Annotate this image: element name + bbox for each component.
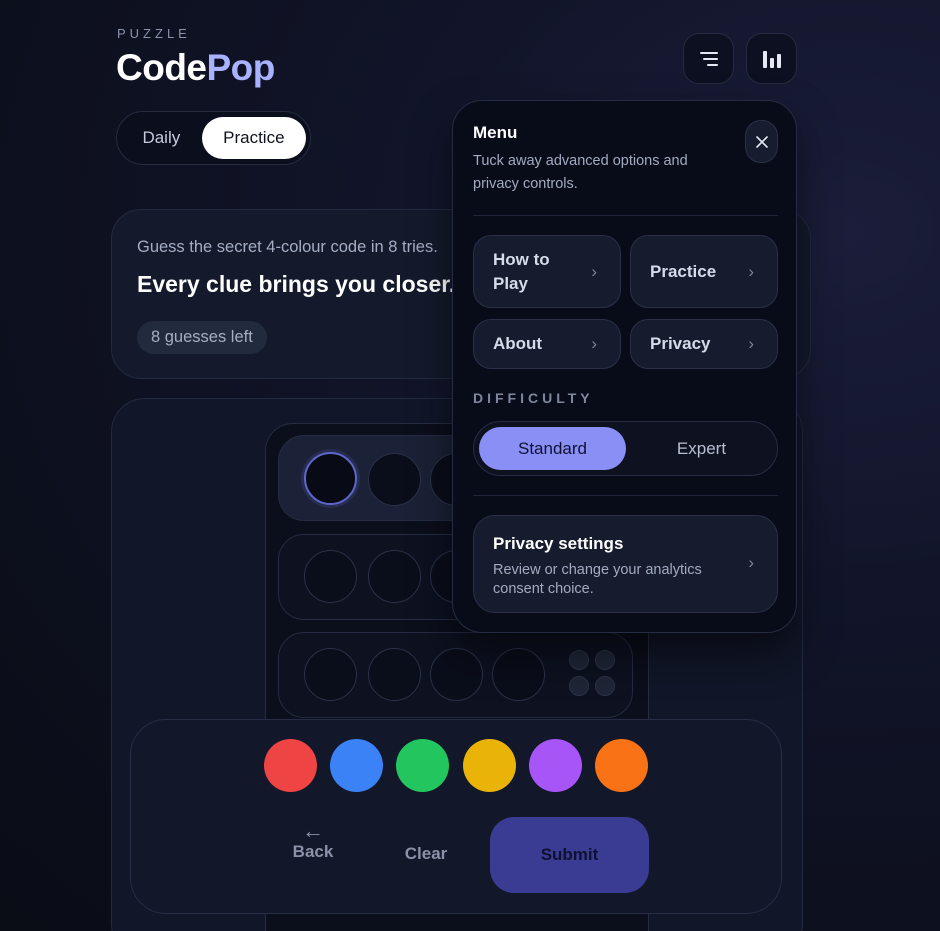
menu-lines-icon (699, 51, 718, 66)
privacy-settings-title: Privacy settings (493, 534, 624, 553)
chevron-right-icon: › (748, 261, 754, 281)
feedback-pin (569, 650, 589, 670)
chevron-right-icon: › (748, 334, 754, 353)
privacy-settings-description: Review or change your analytics consent … (493, 562, 702, 597)
back-label: Back (292, 842, 334, 861)
mode-toggle: Daily Practice (116, 111, 311, 165)
guess-slot[interactable] (368, 453, 421, 506)
guess-slot-selected[interactable] (304, 452, 357, 505)
divider (473, 215, 778, 216)
back-button[interactable]: ← Back (268, 820, 358, 890)
menu-item-label: About (493, 334, 543, 353)
menu-close-button[interactable] (745, 120, 778, 163)
intro-tagline: Every clue brings you closer. (137, 271, 456, 297)
menu-item-privacy[interactable]: Privacy › (630, 319, 778, 369)
color-swatch-red[interactable] (264, 739, 317, 792)
difficulty-label: DIFFICULTY (473, 390, 594, 406)
color-swatch-purple[interactable] (529, 739, 582, 792)
mode-daily-button[interactable]: Daily (121, 117, 202, 159)
feedback-pin (595, 650, 615, 670)
menu-button[interactable] (683, 33, 734, 84)
brand-part-pop: Pop (206, 47, 276, 88)
guess-slot (430, 648, 483, 701)
menu-description: Tuck away advanced options and privacy c… (473, 153, 688, 192)
difficulty-toggle: Standard Expert (473, 421, 778, 476)
difficulty-standard-button[interactable]: Standard (479, 427, 626, 470)
chevron-right-icon: › (591, 334, 597, 353)
feedback-pin (595, 676, 615, 696)
menu-item-practice[interactable]: Practice › (630, 235, 778, 308)
divider (473, 495, 778, 496)
bar-chart-icon (762, 50, 781, 68)
submit-button[interactable]: Submit (490, 817, 649, 893)
mode-practice-button[interactable]: Practice (201, 117, 306, 159)
color-swatch-blue[interactable] (330, 739, 383, 792)
app-logo: CodePop (116, 47, 275, 89)
guess-slot (304, 550, 357, 603)
menu-title: Menu (473, 123, 518, 142)
menu-panel: Menu Tuck away advanced options and priv… (452, 100, 797, 633)
menu-item-label: How to Play (493, 249, 550, 293)
intro-text: Guess the secret 4-colour code in 8 trie… (137, 238, 438, 256)
difficulty-expert-button[interactable]: Expert (629, 427, 774, 470)
app-eyebrow: PUZZLE (117, 26, 191, 41)
clear-button[interactable]: Clear (386, 844, 466, 864)
privacy-settings-button[interactable]: Privacy settings Review or change your a… (473, 515, 778, 613)
menu-item-label: Practice (650, 261, 717, 281)
guesses-left-badge: 8 guesses left (137, 321, 267, 354)
guess-slot (368, 648, 421, 701)
chevron-right-icon: › (748, 553, 754, 572)
menu-item-label: Privacy (650, 334, 711, 353)
color-swatch-orange[interactable] (595, 739, 648, 792)
arrow-left-icon: ← (302, 818, 324, 843)
color-swatch-green[interactable] (396, 739, 449, 792)
guess-slot (368, 550, 421, 603)
chevron-right-icon: › (591, 261, 597, 281)
close-icon (755, 135, 768, 148)
brand-part-code: Code (116, 47, 207, 88)
color-swatch-yellow[interactable] (463, 739, 516, 792)
menu-item-about[interactable]: About › (473, 319, 621, 369)
controls-card (130, 719, 782, 914)
menu-item-how-to-play[interactable]: How to Play › (473, 235, 621, 308)
guess-slot (492, 648, 545, 701)
stats-button[interactable] (746, 33, 797, 84)
feedback-pin (569, 676, 589, 696)
guess-slot (304, 648, 357, 701)
